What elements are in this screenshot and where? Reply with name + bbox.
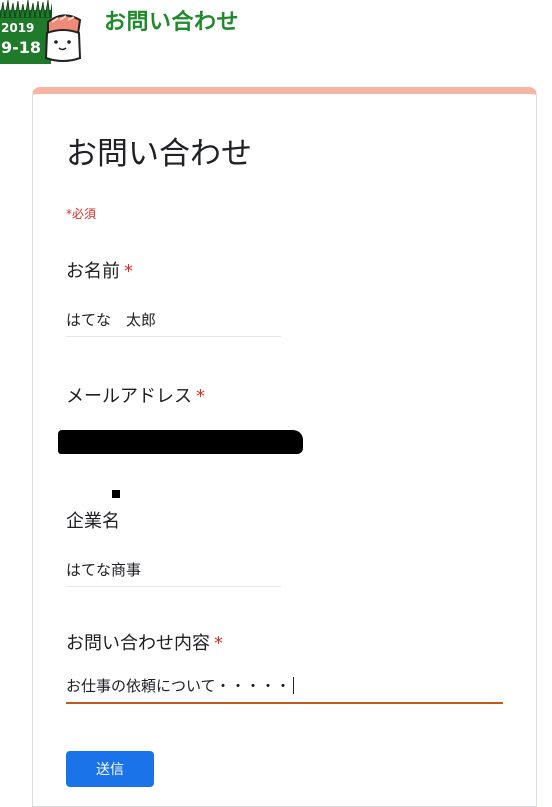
required-mark: * bbox=[124, 261, 133, 282]
redaction-mark bbox=[112, 490, 120, 498]
text-cursor bbox=[292, 677, 294, 694]
inquiry-input-text: お仕事の依頼について・・・・・ bbox=[66, 677, 291, 695]
email-input-redacted[interactable] bbox=[58, 430, 303, 454]
name-input[interactable]: はてな 太郎 bbox=[66, 310, 281, 337]
contact-form-card: お問い合わせ *必須 お名前 * はてな 太郎 メールアドレス * 企業名 はてな商… bbox=[32, 87, 537, 807]
company-question-label: 企業名 bbox=[66, 510, 120, 534]
inquiry-input[interactable]: お仕事の依頼について・・・・・ bbox=[66, 676, 503, 704]
email-question-label: メールアドレス * bbox=[66, 385, 205, 409]
inquiry-question-label: お問い合わせ内容 * bbox=[66, 632, 223, 656]
required-mark: * bbox=[196, 386, 205, 407]
required-mark: * bbox=[214, 633, 223, 654]
site-header-title: お問い合わせ bbox=[104, 10, 240, 35]
form-title: お問い合わせ bbox=[66, 136, 252, 172]
name-question-label: お名前 * bbox=[66, 260, 133, 284]
email-label-text: メールアドレス bbox=[66, 386, 192, 407]
sushi-mascot-icon bbox=[44, 14, 82, 62]
site-logo[interactable]: 2019 9-18 bbox=[0, 0, 82, 66]
name-label-text: お名前 bbox=[66, 261, 120, 282]
required-note: *必須 bbox=[66, 207, 97, 221]
inquiry-label-text: お問い合わせ内容 bbox=[66, 633, 210, 654]
submit-button[interactable]: 送信 bbox=[66, 751, 154, 787]
company-input[interactable]: はてな商事 bbox=[66, 560, 281, 587]
company-label-text: 企業名 bbox=[66, 511, 120, 532]
